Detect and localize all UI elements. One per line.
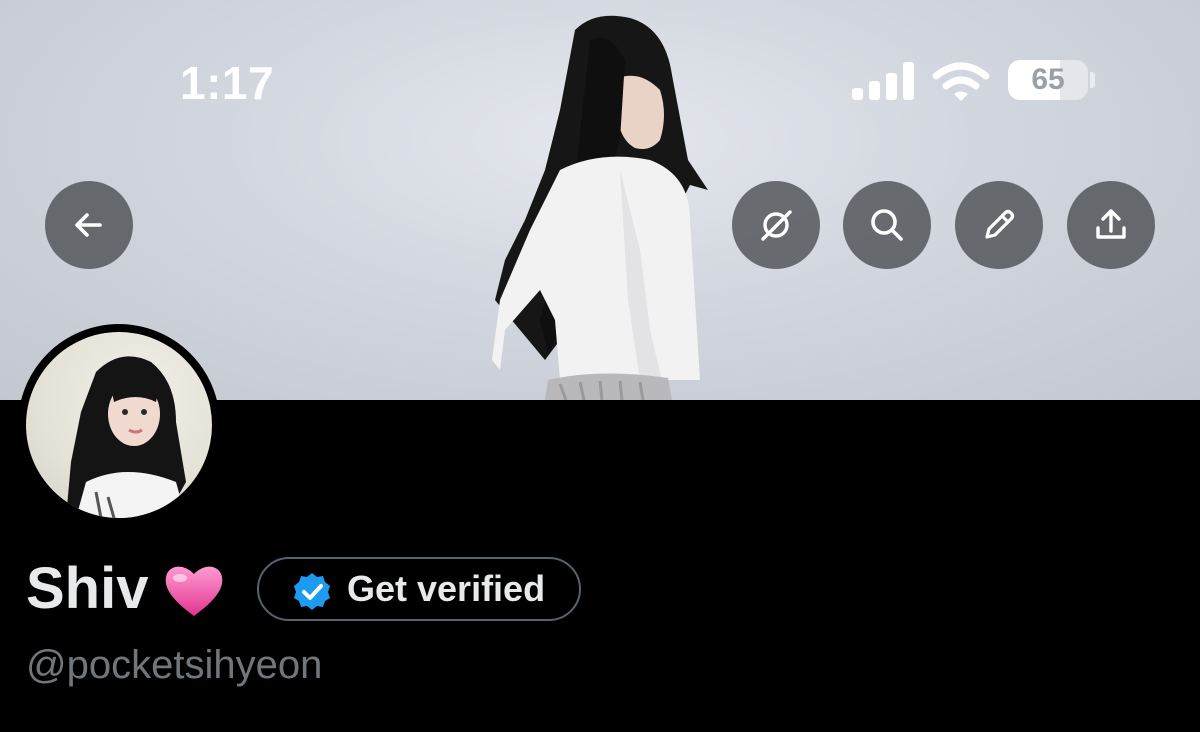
share-button[interactable] bbox=[1067, 181, 1155, 269]
battery-level: 65 bbox=[1031, 63, 1065, 96]
grok-icon bbox=[761, 210, 792, 241]
edit-pencil-icon bbox=[985, 209, 1015, 239]
pink-heart-icon bbox=[165, 566, 223, 616]
battery-icon: 65 bbox=[1008, 60, 1088, 100]
share-icon bbox=[1096, 209, 1126, 239]
display-name: Shiv bbox=[26, 556, 149, 621]
search-icon bbox=[871, 209, 903, 241]
profile-avatar[interactable] bbox=[18, 324, 220, 526]
get-verified-button[interactable]: Get verified bbox=[257, 557, 581, 621]
wifi-icon bbox=[932, 62, 990, 101]
avatar-photo bbox=[26, 332, 212, 518]
grok-button[interactable] bbox=[732, 181, 820, 269]
battery-cap bbox=[1090, 72, 1095, 88]
verified-badge-icon bbox=[294, 573, 330, 610]
edit-button[interactable] bbox=[955, 181, 1043, 269]
arrow-left-icon bbox=[75, 213, 102, 237]
search-button[interactable] bbox=[843, 181, 931, 269]
user-handle: @pocketsihyeon bbox=[26, 643, 323, 687]
back-button[interactable] bbox=[45, 181, 133, 269]
get-verified-label: Get verified bbox=[347, 568, 546, 609]
status-time: 1:17 bbox=[180, 57, 275, 109]
cellular-signal-icon bbox=[852, 62, 914, 100]
